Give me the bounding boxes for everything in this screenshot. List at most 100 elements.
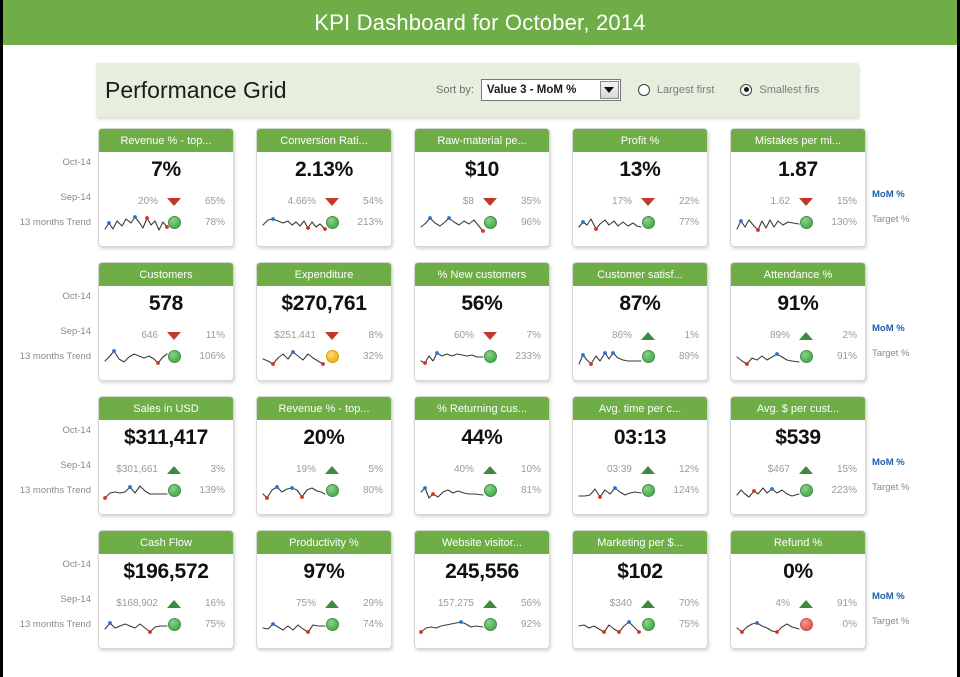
kpi-card-header: Refund % (731, 531, 865, 554)
status-dot-red-icon (799, 618, 813, 631)
kpi-card[interactable]: % New customers 56% 60% 7% 233% (414, 262, 550, 381)
kpi-card-body: 578 646 11% 106% (99, 293, 233, 380)
kpi-previous-value: 4.66% (287, 196, 316, 207)
kpi-previous-value: $340 (609, 598, 632, 609)
sort-by-dropdown[interactable]: Value 3 - MoM % (480, 79, 621, 101)
kpi-current-value: 13% (619, 158, 661, 181)
sort-order-largest-first[interactable]: Largest first (637, 84, 714, 96)
kpi-sparkline (419, 611, 485, 637)
kpi-mom-row: 20% 65% (99, 196, 233, 207)
radio-largest-first[interactable] (637, 84, 650, 96)
kpi-card-title: Conversion Rati... (280, 134, 368, 147)
sparkline-chart (262, 217, 327, 231)
kpi-card-header: Revenue % - top... (99, 129, 233, 152)
kpi-card-title: Cash Flow (140, 536, 192, 549)
kpi-current-value: 1.87 (778, 158, 818, 181)
kpi-card-title: Mistakes per mi... (754, 134, 842, 147)
kpi-previous-value: $251,441 (274, 330, 316, 341)
sparkline-chart (578, 620, 641, 634)
sparkline-chart (736, 219, 800, 232)
kpi-card-title: Website visitor... (442, 536, 522, 549)
kpi-mom-percent: 22% (678, 196, 699, 207)
trend-up-icon (483, 465, 497, 474)
kpi-card[interactable]: Customers 578 646 11% 106% (98, 262, 234, 381)
kpi-previous-value: 4% (775, 598, 790, 609)
right-label-group: MoM % Target % (872, 458, 952, 492)
kpi-card[interactable]: Revenue % - top... 20% 19% 5% 80% (256, 396, 392, 515)
radio-smallest-first[interactable] (740, 84, 753, 96)
kpi-mom-percent: 3% (210, 464, 225, 475)
kpi-target-percent: 80% (362, 485, 383, 496)
kpi-card[interactable]: Avg. $ per cust... $539 $467 15% 223% (730, 396, 866, 515)
kpi-previous-value: $168,902 (116, 598, 158, 609)
sort-by-value: Value 3 - MoM % (486, 84, 577, 96)
sparkline-chart (736, 621, 800, 634)
kpi-mom-percent: 12% (678, 464, 699, 475)
kpi-card[interactable]: Attendance % 91% 89% 2% 91% (730, 262, 866, 381)
kpi-card-title: % New customers (437, 268, 527, 281)
kpi-card-body: 20% 19% 5% 80% (257, 427, 391, 514)
kpi-current-value: 56% (461, 292, 503, 315)
kpi-card[interactable]: Cash Flow $196,572 $168,902 16% 75% (98, 530, 234, 649)
kpi-mom-percent: 5% (368, 464, 383, 475)
kpi-card[interactable]: Raw-material pe... $10 $8 35% 96% (414, 128, 550, 247)
kpi-target-percent: 213% (357, 217, 383, 228)
kpi-card[interactable]: Mistakes per mi... 1.87 1.62 15% 130% (730, 128, 866, 247)
kpi-card-header: Profit % (573, 129, 707, 152)
kpi-card-title: Avg. time per c... (598, 402, 682, 415)
kpi-card[interactable]: Marketing per $... $102 $340 70% 75% (572, 530, 708, 649)
kpi-mom-percent: 11% (205, 330, 225, 341)
kpi-mom-row: 4% 91% (731, 598, 865, 609)
kpi-target-percent: 77% (678, 217, 699, 228)
trend-up-icon (799, 599, 813, 608)
kpi-previous-value: $467 (767, 464, 790, 475)
kpi-trend-indicator (477, 331, 503, 340)
kpi-card[interactable]: Profit % 13% 17% 22% 77% (572, 128, 708, 247)
kpi-card[interactable]: Website visitor... 245,556 157,275 56% 92% (414, 530, 550, 649)
kpi-current-value: 97% (303, 560, 345, 583)
kpi-card-body: 1.87 1.62 15% 130% (731, 158, 865, 246)
kpi-card-body: 03:13 03:39 12% 124% (573, 427, 707, 514)
kpi-trend-indicator (477, 465, 503, 474)
kpi-mom-percent: 56% (520, 598, 541, 609)
trend-down-icon (483, 331, 497, 340)
kpi-current-value: $311,417 (123, 426, 209, 449)
kpi-card[interactable]: Customer satisf... 87% 86% 1% 89% (572, 262, 708, 381)
chevron-down-icon[interactable] (599, 81, 619, 99)
trend-down-icon (167, 197, 181, 206)
kpi-card[interactable]: Revenue % - top... 7% 20% 65% 78% (98, 128, 234, 247)
kpi-card-header: Website visitor... (415, 531, 549, 554)
kpi-mom-row: 646 11% (99, 330, 233, 341)
kpi-card-header: Attendance % (731, 263, 865, 286)
kpi-card[interactable]: Refund % 0% 4% 91% 0% (730, 530, 866, 649)
sparkline-chart (262, 485, 326, 500)
kpi-card[interactable]: Avg. time per c... 03:13 03:39 12% 124% (572, 396, 708, 515)
mom-percent-label: MoM % (872, 591, 905, 602)
sparkline-chart (419, 620, 484, 634)
sparkline-chart (578, 218, 642, 231)
kpi-sparkline (103, 343, 169, 369)
kpi-card-header: Raw-material pe... (415, 129, 549, 152)
kpi-card[interactable]: Conversion Rati... 2.13% 4.66% 54% 213% (256, 128, 392, 247)
kpi-sparkline (103, 477, 169, 503)
kpi-sparkline (735, 477, 801, 503)
trend-up-icon (325, 465, 339, 474)
kpi-card[interactable]: Sales in USD $311,417 $301,661 3% 139% (98, 396, 234, 515)
kpi-mom-row: 40% 10% (415, 464, 549, 475)
row-label-group: Oct-14 Sep-14 13 months Trend (3, 158, 91, 228)
sparkline-chart (578, 486, 642, 499)
kpi-target-percent: 78% (204, 217, 225, 228)
kpi-card-title: Marketing per $... (597, 536, 683, 549)
sparkline-chart (578, 351, 642, 366)
kpi-card[interactable]: % Returning cus... 44% 40% 10% 81% (414, 396, 550, 515)
kpi-card[interactable]: Productivity % 97% 75% 29% 74% (256, 530, 392, 649)
row-label-previous: Sep-14 (60, 191, 91, 203)
kpi-card[interactable]: Expenditure $270,761 $251,441 8% 32% (256, 262, 392, 381)
kpi-trend-indicator (319, 331, 345, 340)
kpi-trend-indicator (319, 197, 345, 206)
kpi-card-title: Avg. $ per cust... (756, 402, 840, 415)
row-label-trend: 13 months Trend (19, 351, 91, 362)
sort-order-smallest-first[interactable]: Smallest firs (740, 84, 819, 96)
row-label-previous: Sep-14 (60, 459, 91, 471)
kpi-trend-indicator (161, 465, 187, 474)
